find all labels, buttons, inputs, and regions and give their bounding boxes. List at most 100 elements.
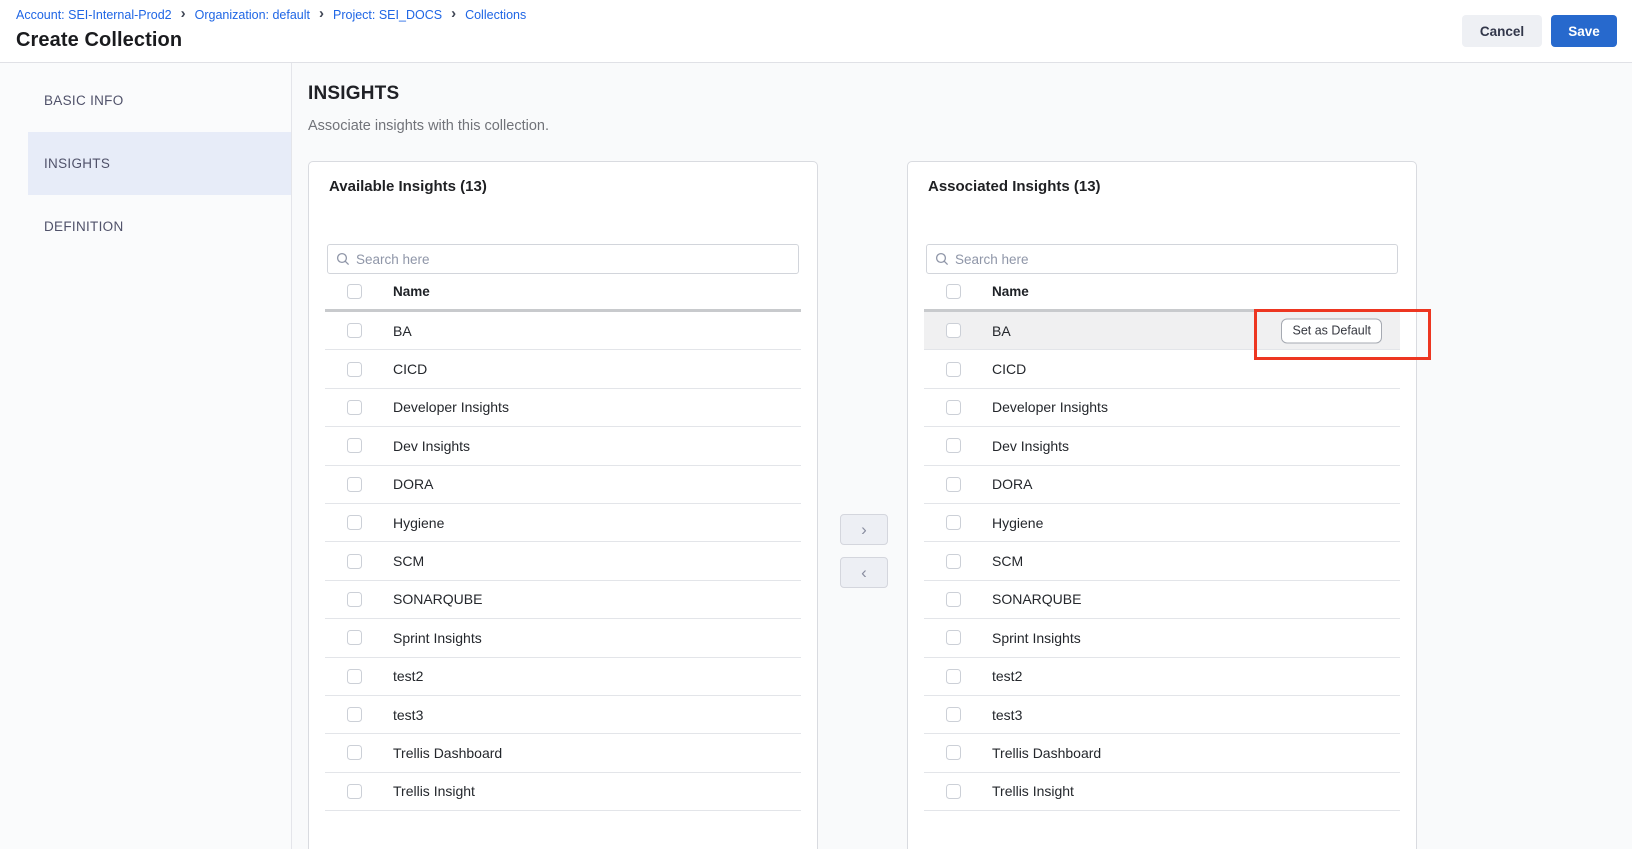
insight-row[interactable]: Hygiene xyxy=(325,504,801,542)
insight-name: SONARQUBE xyxy=(393,591,482,607)
insight-row[interactable]: DORA xyxy=(924,466,1400,504)
cancel-button[interactable]: Cancel xyxy=(1462,15,1542,47)
chevron-right-icon: › xyxy=(861,521,867,538)
sidebar-item-definition[interactable]: DEFINITION xyxy=(0,195,291,258)
row-checkbox[interactable] xyxy=(347,745,362,760)
insight-row[interactable]: DORA xyxy=(325,466,801,504)
insight-row[interactable]: CICD xyxy=(924,350,1400,388)
select-all-checkbox[interactable] xyxy=(946,284,961,299)
insight-name: BA xyxy=(393,323,412,339)
insight-row[interactable]: Trellis Insight xyxy=(924,773,1400,811)
sidebar-item-insights[interactable]: INSIGHTS xyxy=(28,132,291,195)
row-checkbox[interactable] xyxy=(347,630,362,645)
insight-row[interactable]: SCM xyxy=(924,542,1400,580)
insight-row[interactable]: Trellis Insight xyxy=(325,773,801,811)
set-as-default-button[interactable]: Set as Default xyxy=(1281,318,1382,343)
insight-name: Hygiene xyxy=(393,515,444,531)
insight-row[interactable]: CICD xyxy=(325,350,801,388)
insight-row[interactable]: Hygiene xyxy=(924,504,1400,542)
sidebar-item-basic-info[interactable]: BASIC INFO xyxy=(0,69,291,132)
chevron-right-icon: › xyxy=(319,8,324,22)
save-button[interactable]: Save xyxy=(1551,15,1617,47)
row-checkbox[interactable] xyxy=(347,515,362,530)
insight-row[interactable]: Dev Insights xyxy=(924,427,1400,465)
row-checkbox[interactable] xyxy=(347,362,362,377)
chevron-right-icon: › xyxy=(181,8,186,22)
insight-row[interactable]: Trellis Dashboard xyxy=(924,734,1400,772)
row-checkbox[interactable] xyxy=(347,784,362,799)
insight-name: Dev Insights xyxy=(393,438,470,454)
select-all-checkbox[interactable] xyxy=(347,284,362,299)
row-checkbox[interactable] xyxy=(347,438,362,453)
move-left-button[interactable]: ‹ xyxy=(840,557,888,588)
associated-insights-panel: Associated Insights (13) Name BA Set as … xyxy=(907,161,1417,849)
move-right-button[interactable]: › xyxy=(840,514,888,545)
insight-name: DORA xyxy=(393,476,433,492)
row-checkbox[interactable] xyxy=(946,745,961,760)
table-header: Name xyxy=(325,274,801,312)
insight-row[interactable]: test2 xyxy=(924,658,1400,696)
insight-row[interactable]: Developer Insights xyxy=(924,389,1400,427)
insight-name: Trellis Insight xyxy=(992,783,1074,799)
insight-row[interactable]: Sprint Insights xyxy=(924,619,1400,657)
row-checkbox[interactable] xyxy=(946,400,961,415)
row-checkbox[interactable] xyxy=(946,554,961,569)
row-checkbox[interactable] xyxy=(347,707,362,722)
insight-row[interactable]: Trellis Dashboard xyxy=(325,734,801,772)
row-checkbox[interactable] xyxy=(946,592,961,607)
row-checkbox[interactable] xyxy=(347,400,362,415)
row-checkbox[interactable] xyxy=(347,592,362,607)
row-checkbox[interactable] xyxy=(347,477,362,492)
insight-row[interactable]: test3 xyxy=(325,696,801,734)
row-checkbox[interactable] xyxy=(946,438,961,453)
insight-name: BA xyxy=(992,323,1011,339)
breadcrumb-organization-link[interactable]: Organization: default xyxy=(195,8,310,22)
insight-row[interactable]: Developer Insights xyxy=(325,389,801,427)
row-checkbox[interactable] xyxy=(946,630,961,645)
name-column-header: Name xyxy=(393,284,430,299)
search-input[interactable] xyxy=(327,244,799,274)
row-checkbox[interactable] xyxy=(946,477,961,492)
insight-row[interactable]: SONARQUBE xyxy=(325,581,801,619)
chevron-left-icon: ‹ xyxy=(861,564,867,581)
insight-name: test3 xyxy=(992,707,1022,723)
search-input[interactable] xyxy=(926,244,1398,274)
insight-name: Developer Insights xyxy=(992,399,1108,415)
insight-row[interactable]: BA Set as Default xyxy=(924,312,1400,350)
insight-name: Trellis Dashboard xyxy=(992,745,1101,761)
row-checkbox[interactable] xyxy=(946,669,961,684)
associated-insights-table: Name BA Set as Default CICD Developer In… xyxy=(924,274,1400,811)
row-checkbox[interactable] xyxy=(946,323,961,338)
insight-row[interactable]: Dev Insights xyxy=(325,427,801,465)
breadcrumb-project-link[interactable]: Project: SEI_DOCS xyxy=(333,8,442,22)
row-checkbox[interactable] xyxy=(347,554,362,569)
row-checkbox[interactable] xyxy=(946,784,961,799)
row-checkbox[interactable] xyxy=(946,362,961,377)
insight-row[interactable]: SCM xyxy=(325,542,801,580)
insight-row[interactable]: test3 xyxy=(924,696,1400,734)
insight-name: CICD xyxy=(992,361,1026,377)
row-checkbox[interactable] xyxy=(946,707,961,722)
row-checkbox[interactable] xyxy=(347,669,362,684)
row-checkbox[interactable] xyxy=(347,323,362,338)
section-heading: INSIGHTS xyxy=(308,83,399,105)
table-body: BA CICD Developer Insights Dev Insights … xyxy=(325,312,801,811)
name-column-header: Name xyxy=(992,284,1029,299)
search-icon xyxy=(935,252,949,266)
insight-row[interactable]: SONARQUBE xyxy=(924,581,1400,619)
insight-name: Trellis Dashboard xyxy=(393,745,502,761)
insight-name: Trellis Insight xyxy=(393,783,475,799)
breadcrumb: Account: SEI-Internal-Prod2 › Organizati… xyxy=(16,8,526,22)
insight-row[interactable]: BA xyxy=(325,312,801,350)
insight-name: DORA xyxy=(992,476,1032,492)
search-icon xyxy=(336,252,350,266)
insight-row[interactable]: Sprint Insights xyxy=(325,619,801,657)
available-insights-table: Name BA CICD Developer Insights Dev Insi… xyxy=(325,274,801,811)
row-checkbox[interactable] xyxy=(946,515,961,530)
breadcrumb-account-link[interactable]: Account: SEI-Internal-Prod2 xyxy=(16,8,172,22)
insight-row[interactable]: test2 xyxy=(325,658,801,696)
header-actions: Cancel Save xyxy=(1462,15,1617,47)
insight-name: Sprint Insights xyxy=(992,630,1081,646)
breadcrumb-collections-link[interactable]: Collections xyxy=(465,8,526,22)
page-header: Account: SEI-Internal-Prod2 › Organizati… xyxy=(0,0,1632,63)
